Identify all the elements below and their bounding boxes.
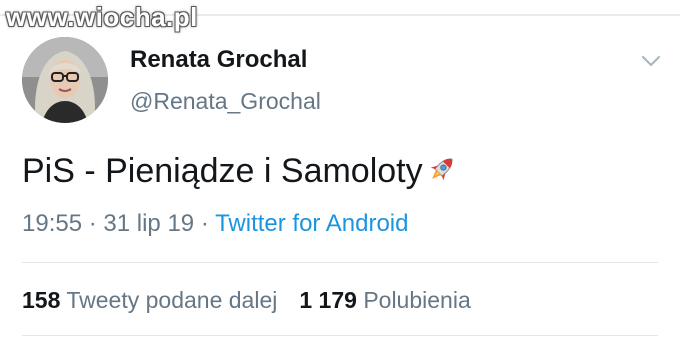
tweet-body: PiS - Pieniądze i Samoloty xyxy=(22,152,423,190)
tweet-source-link[interactable]: Twitter for Android xyxy=(215,210,408,237)
tweet-text: PiS - Pieniądze i Samoloty xyxy=(22,152,459,191)
retweets-count: 158 xyxy=(22,287,61,313)
divider xyxy=(22,335,658,336)
likes-label: Polubienia xyxy=(363,287,471,313)
tweet-stats: 158 Tweety podane dalej 1 179 Polubienia xyxy=(22,287,471,314)
meta-separator: · xyxy=(88,210,97,237)
retweets-stat[interactable]: 158 Tweety podane dalej xyxy=(22,287,277,313)
avatar-photo xyxy=(22,37,108,123)
avatar[interactable] xyxy=(22,37,108,123)
retweets-label: Tweety podane dalej xyxy=(66,287,278,313)
likes-count: 1 179 xyxy=(299,287,357,313)
author-name[interactable]: Renata Grochal xyxy=(130,46,307,74)
meta-separator: · xyxy=(200,210,209,237)
watermark: www.wiocha.pl xyxy=(6,2,198,32)
tweet-time[interactable]: 19:55 xyxy=(22,210,82,237)
tweet-date[interactable]: 31 lip 19 xyxy=(103,210,194,237)
divider xyxy=(22,262,658,263)
rocket-icon xyxy=(430,158,453,181)
chevron-down-icon[interactable] xyxy=(640,53,662,69)
tweet-meta: 19:55 · 31 lip 19 · Twitter for Android xyxy=(22,210,408,238)
likes-stat[interactable]: 1 179 Polubienia xyxy=(299,287,470,313)
author-handle[interactable]: @Renata_Grochal xyxy=(130,88,321,115)
